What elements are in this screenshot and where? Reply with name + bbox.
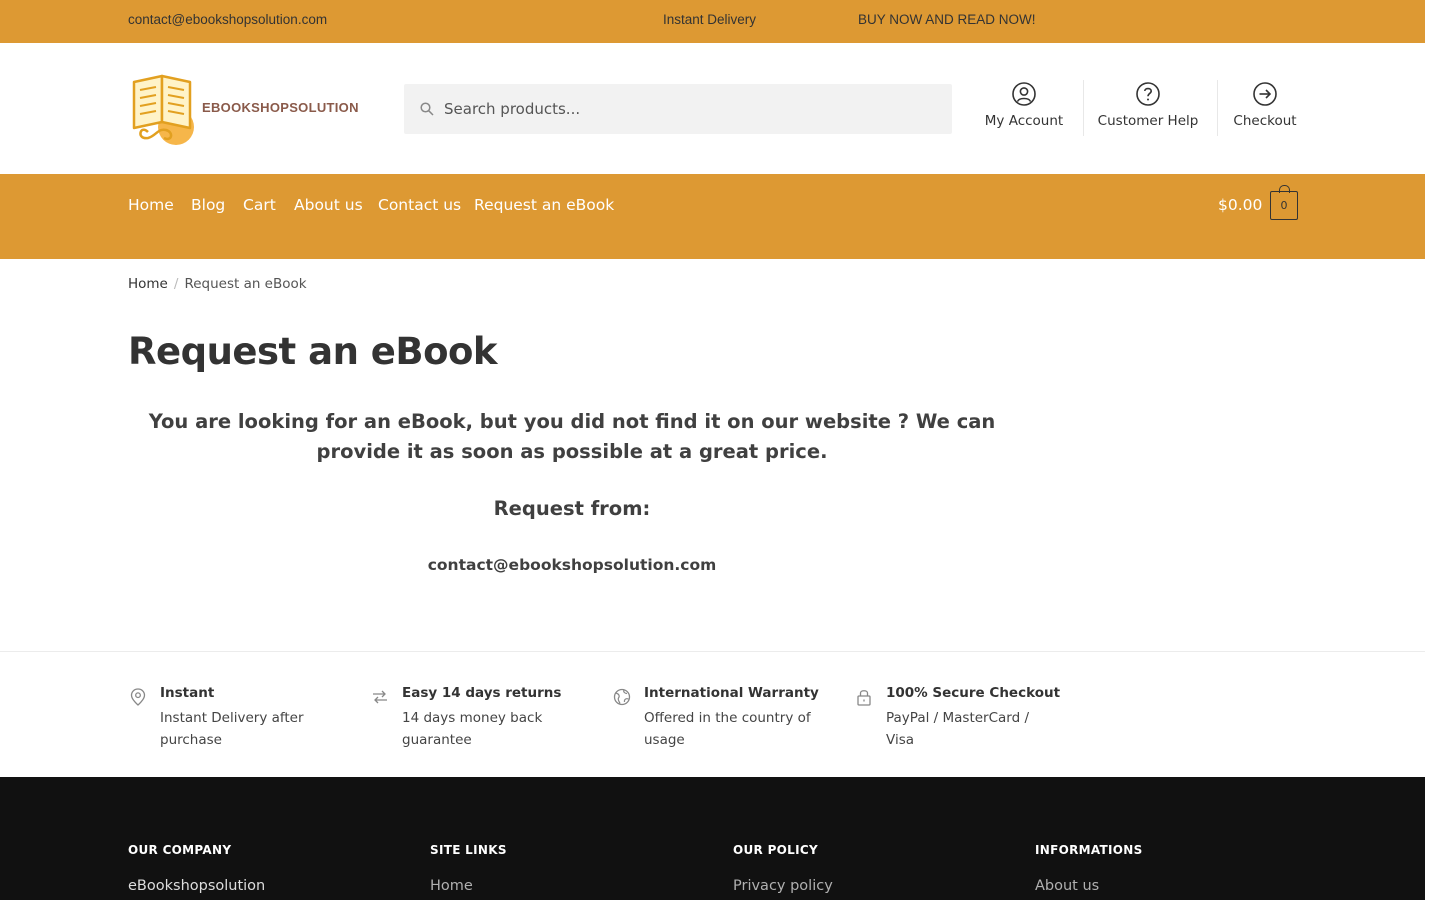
search-box (404, 84, 952, 134)
cart-count-badge[interactable]: 0 (1270, 185, 1298, 220)
feature-description: Instant Delivery after purchase (160, 710, 304, 748)
nav-item-home[interactable]: Home (128, 196, 174, 214)
nav-item-about-us[interactable]: About us (294, 196, 363, 214)
lock-icon (857, 690, 871, 706)
user-circle-icon (1012, 82, 1036, 106)
checkout-link[interactable]: Checkout (1231, 81, 1299, 137)
site-header: EBOOKSHOPSOLUTION My Account Customer He… (0, 43, 1425, 174)
search-input[interactable] (444, 84, 944, 134)
top-info-bar: contact@ebookshopsolution.com Instant De… (0, 0, 1425, 43)
customer-help-label: Customer Help (1097, 113, 1199, 129)
header-divider (1217, 80, 1218, 136)
footer-link[interactable]: eBookshopsolution (128, 878, 265, 894)
page-title: Request an eBook (128, 330, 498, 373)
topbar-delivery: Instant Delivery (663, 12, 757, 27)
question-circle-icon (1136, 82, 1160, 106)
my-account-label: My Account (984, 113, 1064, 129)
footer-column-title: SITE LINKS (430, 843, 507, 857)
feature-description: 14 days money back guarantee (402, 710, 543, 748)
customer-help-link[interactable]: Customer Help (1097, 81, 1199, 137)
breadcrumb-home[interactable]: Home (128, 276, 168, 292)
nav-item-cart[interactable]: Cart (243, 196, 276, 214)
globe-icon (613, 688, 631, 706)
topbar-promo: BUY NOW AND READ NOW! (858, 12, 1036, 27)
footer-link[interactable]: Privacy policy (733, 878, 833, 894)
feature-title: 100% Secure Checkout (886, 685, 1061, 701)
topbar-email[interactable]: contact@ebookshopsolution.com (128, 12, 327, 27)
cart-total[interactable]: $0.00 (1218, 196, 1262, 214)
logo-text: EBOOKSHOPSOLUTION (202, 100, 359, 115)
header-divider (1083, 80, 1084, 136)
nav-item-contact-us[interactable]: Contact us (378, 196, 461, 214)
main-navigation: Home Blog Cart About us Contact us Reque… (0, 174, 1425, 259)
intro-text: You are looking for an eBook, but you di… (148, 410, 996, 463)
request-email[interactable]: contact@ebookshopsolution.com (128, 556, 1016, 574)
my-account-link[interactable]: My Account (983, 81, 1065, 137)
site-footer: OUR COMPANY eBookshopsolution SITE LINKS… (0, 777, 1425, 900)
breadcrumb-current: Request an eBook (184, 276, 307, 292)
features-divider (0, 651, 1425, 652)
location-pin-icon (130, 688, 146, 706)
nav-item-request-ebook[interactable]: Request an eBook (474, 196, 614, 214)
feature-title: Easy 14 days returns (402, 685, 562, 701)
arrow-circle-icon (1253, 82, 1277, 106)
feature-title: Instant (160, 685, 215, 701)
search-icon[interactable] (420, 102, 434, 116)
request-from-heading: Request from: (493, 497, 651, 520)
scrollbar-track (1425, 0, 1440, 900)
footer-link[interactable]: About us (1035, 878, 1099, 894)
footer-column-title: INFORMATIONS (1035, 843, 1143, 857)
footer-link[interactable]: Home (430, 878, 473, 894)
footer-column-title: OUR COMPANY (128, 843, 232, 857)
feature-description: Offered in the country of usage (644, 710, 811, 748)
site-logo[interactable]: EBOOKSHOPSOLUTION (128, 72, 358, 146)
feature-description: PayPal / MasterCard / Visa (886, 710, 1030, 748)
exchange-arrows-icon (373, 690, 387, 704)
checkout-label: Checkout (1233, 113, 1297, 129)
book-logo-icon (132, 74, 194, 145)
feature-title: International Warranty (644, 685, 819, 701)
breadcrumb-separator: / (173, 276, 179, 292)
nav-item-blog[interactable]: Blog (191, 196, 225, 214)
footer-column-title: OUR POLICY (733, 843, 818, 857)
breadcrumb: Home / Request an eBook (128, 276, 307, 292)
